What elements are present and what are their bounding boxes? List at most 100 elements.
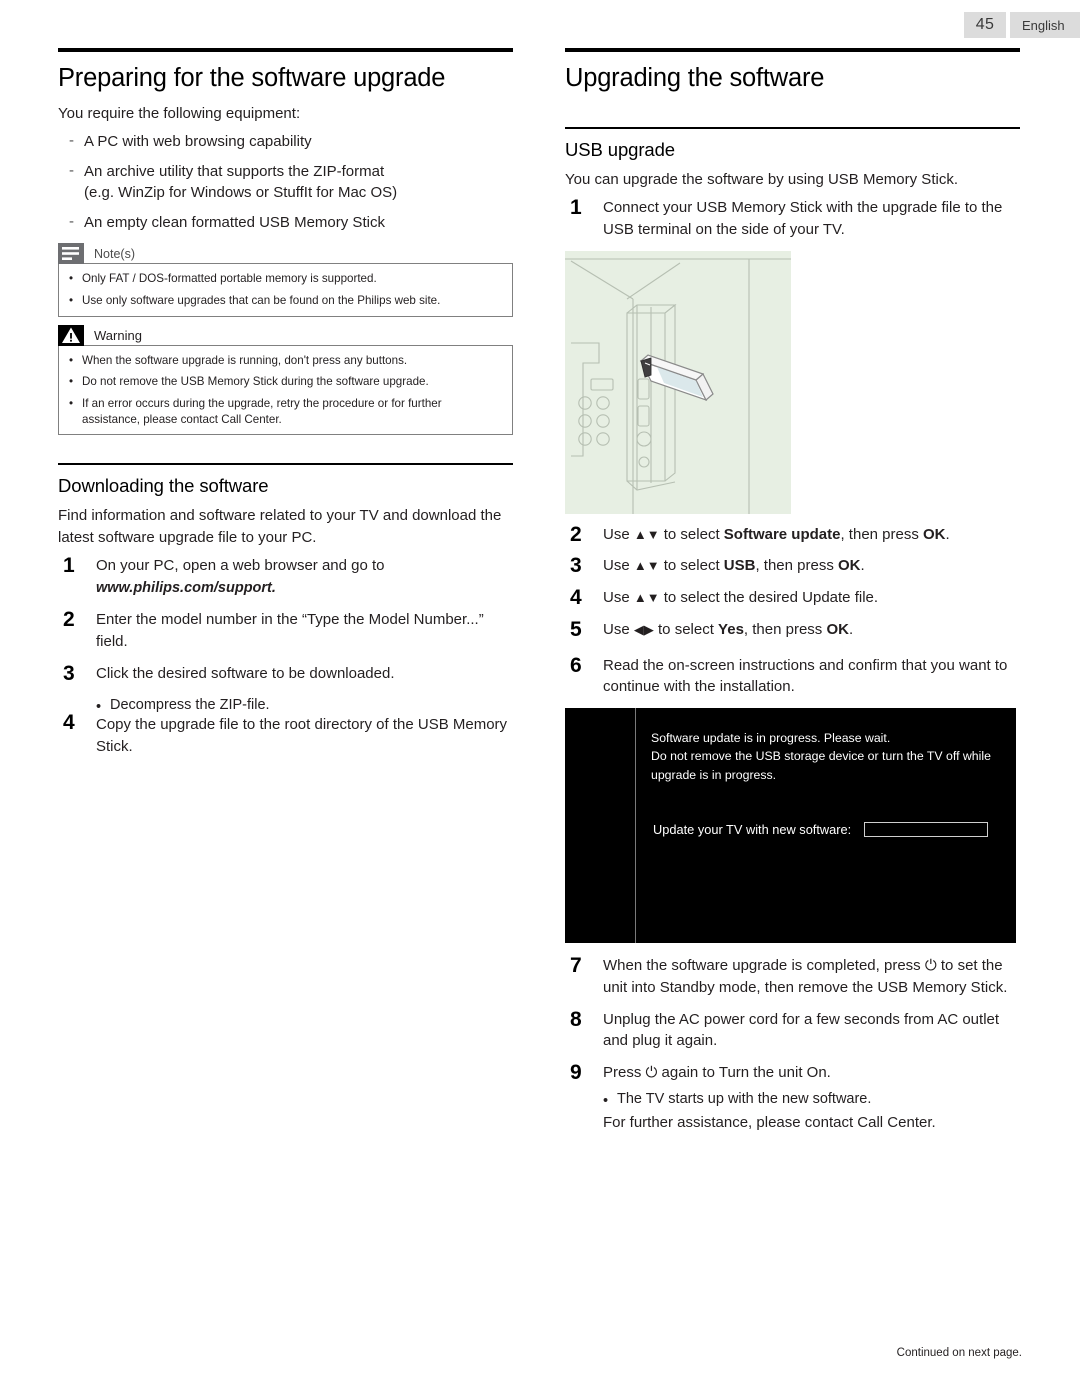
ok-button-name: OK xyxy=(838,557,861,575)
tv-side-panel-usb-illustration xyxy=(565,250,791,514)
right-section-title: Upgrading the software xyxy=(565,64,825,92)
sub-bullet-wrap: • The TV starts up with the new software. xyxy=(603,1090,872,1109)
warning-callout-body: • When the software upgrade is running, d… xyxy=(58,344,513,436)
notes-items: • Only FAT / DOS-formatted portable memor… xyxy=(69,271,502,308)
progress-bar xyxy=(864,822,989,838)
requirement-text: A PC with web browsing capability xyxy=(84,133,312,151)
screen-divider xyxy=(635,708,636,944)
step-text-post: , then press xyxy=(743,620,827,638)
step-number: 1 xyxy=(63,554,75,578)
bullet-icon: • xyxy=(69,294,74,308)
step-item: 5 Use ◀▶ to select Yes, then press OK. xyxy=(565,617,1020,641)
list-item: • When the software upgrade is running, d… xyxy=(69,353,502,369)
step-text-mid: to select xyxy=(659,525,724,543)
step-number: 8 xyxy=(570,1007,582,1031)
note-text: Only FAT / DOS-formatted portable memory… xyxy=(82,272,377,286)
dash-bullet-icon: - xyxy=(69,132,74,150)
step-number: 4 xyxy=(63,711,75,735)
step-item: 1 On your PC, open a web browser and go … xyxy=(58,554,513,599)
download-section-intro: Find information and software related to… xyxy=(58,507,502,547)
continued-footer: Continued on next page. xyxy=(896,1347,1022,1359)
note-lines-icon xyxy=(58,243,84,265)
step-number: 9 xyxy=(570,1061,582,1085)
power-icon: ⏻ xyxy=(924,957,937,975)
warning-text: If an error occurs during the upgrade, r… xyxy=(82,396,442,426)
tv-update-screen-mock: Software update is in progress. Please w… xyxy=(565,708,1016,944)
step-number: 3 xyxy=(63,661,75,685)
step-text-pre: Read the on-screen instructions and conf… xyxy=(603,656,1008,696)
support-url[interactable]: www.philips.com/support. xyxy=(96,580,276,596)
menu-item-name: USB xyxy=(723,557,756,575)
updown-arrow-icon: ▲▼ xyxy=(633,590,660,606)
left-column: Preparing for the software upgrade You r… xyxy=(58,48,513,768)
end-note-item: For further assistance, please contact C… xyxy=(565,1112,1020,1134)
list-item: • Only FAT / DOS-formatted portable memor… xyxy=(69,271,502,287)
step-text-post: , then press xyxy=(840,525,924,543)
warning-callout-header: Warning xyxy=(58,324,513,346)
step-text-tail: . xyxy=(860,557,865,575)
menu-item-name: Software update xyxy=(723,525,841,543)
step-number: 2 xyxy=(63,608,75,632)
step-text: Enter the model number in the “Type the … xyxy=(96,611,484,650)
warning-callout: Warning • When the software upgrade is ru… xyxy=(58,324,513,436)
ok-button-name: OK xyxy=(923,525,946,543)
screen-progress-label: Update your TV with new software: xyxy=(653,822,852,838)
step-item: 8 Unplug the AC power cord for a few sec… xyxy=(565,1007,1020,1053)
notes-callout-body: • Only FAT / DOS-formatted portable memor… xyxy=(58,263,513,317)
step-item: 4 Use ▲▼ to select the desired Update fi… xyxy=(565,586,1020,610)
bullet-icon: • xyxy=(603,1092,609,1109)
warning-items: • When the software upgrade is running, d… xyxy=(69,353,502,428)
usb-upgrade-rule xyxy=(565,127,1020,129)
screen-progress-row: Update your TV with new software: xyxy=(653,822,1003,838)
step-text-mid: to select the desired Update file. xyxy=(659,589,879,607)
download-steps: 1 On your PC, open a web browser and go … xyxy=(58,554,513,758)
notes-callout-header: Note(s) xyxy=(58,243,513,265)
step-text-mid: to select xyxy=(653,620,719,638)
dash-bullet-icon: - xyxy=(69,212,74,230)
end-note-text: For further assistance, please contact C… xyxy=(603,1113,936,1131)
usb-upgrade-steps-end: 7 When the software upgrade is completed… xyxy=(565,954,1020,1134)
step-text: Connect your USB Memory Stick with the u… xyxy=(603,199,1003,238)
step-item: 1 Connect your USB Memory Stick with the… xyxy=(565,196,1020,241)
usb-upgrade-steps-mid: 2 Use ▲▼ to select Software update, then… xyxy=(565,523,1020,699)
step-text-pre: Use xyxy=(603,525,634,543)
step-text-pre: Use xyxy=(603,557,634,575)
download-section-title: Downloading the software xyxy=(58,475,269,497)
ok-button-name: OK xyxy=(826,620,849,638)
right-top-rule xyxy=(565,48,1020,52)
step-text-post: again to Turn the unit On. xyxy=(657,1064,831,1082)
power-icon: ⏻ xyxy=(645,1064,658,1082)
notes-callout: Note(s) • Only FAT / DOS-formatted portab… xyxy=(58,243,513,317)
warning-label: Warning xyxy=(94,327,142,343)
page-number: 45 xyxy=(964,12,1006,38)
sub-bullet-text: Decompress the ZIP-file. xyxy=(110,697,270,714)
step-number: 5 xyxy=(570,617,582,641)
step-number: 4 xyxy=(570,586,582,610)
step-text: Click the desired software to be downloa… xyxy=(96,664,395,682)
note-text: Use only software upgrades that can be f… xyxy=(82,294,441,308)
step-sub-bullet: • Decompress the ZIP-file. xyxy=(58,694,513,716)
step-item: 7 When the software upgrade is completed… xyxy=(565,954,1020,999)
step-item: 3 Use ▲▼ to select USB, then press OK. xyxy=(565,554,1020,577)
step-item: 6 Read the on-screen instructions and co… xyxy=(565,653,1020,699)
menu-item-name: Yes xyxy=(718,620,744,638)
step-number: 6 xyxy=(570,653,582,677)
bullet-icon: • xyxy=(69,396,74,410)
usb-upgrade-steps-first: 1 Connect your USB Memory Stick with the… xyxy=(565,196,1020,241)
warning-text: When the software upgrade is running, do… xyxy=(82,353,408,367)
list-item: - An empty clean formatted USB Memory Sti… xyxy=(58,212,513,234)
bullet-icon: • xyxy=(69,375,74,389)
step-number: 7 xyxy=(570,954,582,978)
warning-triangle-icon xyxy=(58,324,84,346)
sub-bullet-wrap: • Decompress the ZIP-file. xyxy=(96,697,270,715)
download-section: Downloading the software Find informatio… xyxy=(58,463,513,758)
requirement-text: An empty clean formatted USB Memory Stic… xyxy=(84,213,385,231)
step-text-pre: Use xyxy=(603,620,634,638)
step-text-tail: . xyxy=(848,620,854,638)
requirements-intro: You require the following equipment: xyxy=(58,105,301,122)
step-text: On your PC, open a web browser and go to xyxy=(96,557,385,575)
step-item: 9 Press ⏻ again to Turn the unit On. xyxy=(565,1061,1020,1085)
sub-bullet-text: The TV starts up with the new software. xyxy=(617,1090,872,1107)
screen-message-line1: Software update is in progress. Please w… xyxy=(651,731,891,746)
updown-arrow-icon: ▲▼ xyxy=(633,558,660,574)
